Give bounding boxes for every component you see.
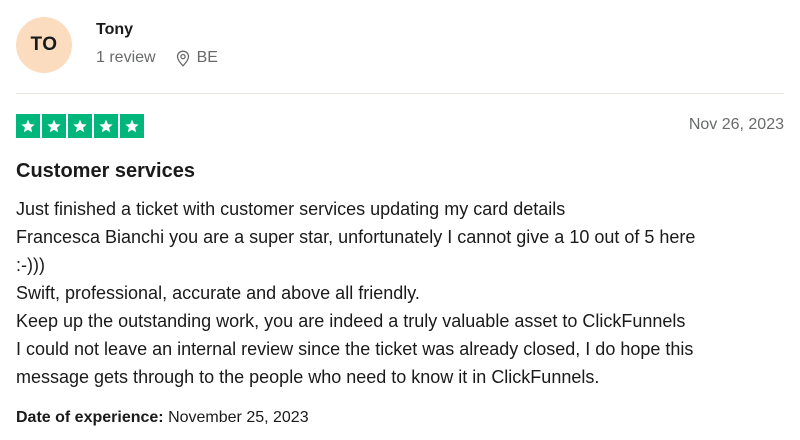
star-icon	[42, 114, 66, 138]
date-of-experience: Date of experience: November 25, 2023	[16, 408, 309, 428]
reviewer-name[interactable]: Tony	[96, 20, 218, 40]
review-body-line: Just finished a ticket with customer ser…	[16, 199, 566, 219]
review-date: Nov 26, 2023	[688, 116, 784, 133]
reviewer-info: Tony 1 review BE	[96, 20, 218, 68]
review-body-line: :-)))	[16, 255, 45, 275]
divider	[16, 93, 784, 94]
star-icon	[120, 114, 144, 138]
star-icon	[16, 114, 40, 138]
star-icon	[94, 114, 118, 138]
experience-date: November 25, 2023	[168, 409, 309, 426]
review-body-line: Keep up the outstanding work, you are in…	[16, 311, 686, 331]
location-pin-icon	[176, 50, 190, 67]
review-body-line: Francesca Bianchi you are a super star, …	[16, 227, 696, 247]
reviewer-location: BE	[196, 49, 218, 66]
review-body-line: I could not leave an internal review sin…	[16, 339, 694, 359]
avatar[interactable]: TO	[16, 17, 72, 73]
reviewer-meta: 1 review BE	[96, 48, 218, 68]
star-icon	[68, 114, 92, 138]
review-body-line: Swift, professional, accurate and above …	[16, 283, 420, 303]
star-rating	[16, 114, 144, 138]
experience-label: Date of experience:	[16, 409, 164, 426]
review-body: Just finished a ticket with customer ser…	[16, 195, 800, 391]
review-body-line: message gets through to the people who n…	[16, 367, 600, 387]
review-title[interactable]: Customer services	[16, 159, 195, 183]
reviewer-header: TO Tony 1 review BE	[16, 17, 218, 73]
review-count: 1 review	[96, 49, 156, 66]
